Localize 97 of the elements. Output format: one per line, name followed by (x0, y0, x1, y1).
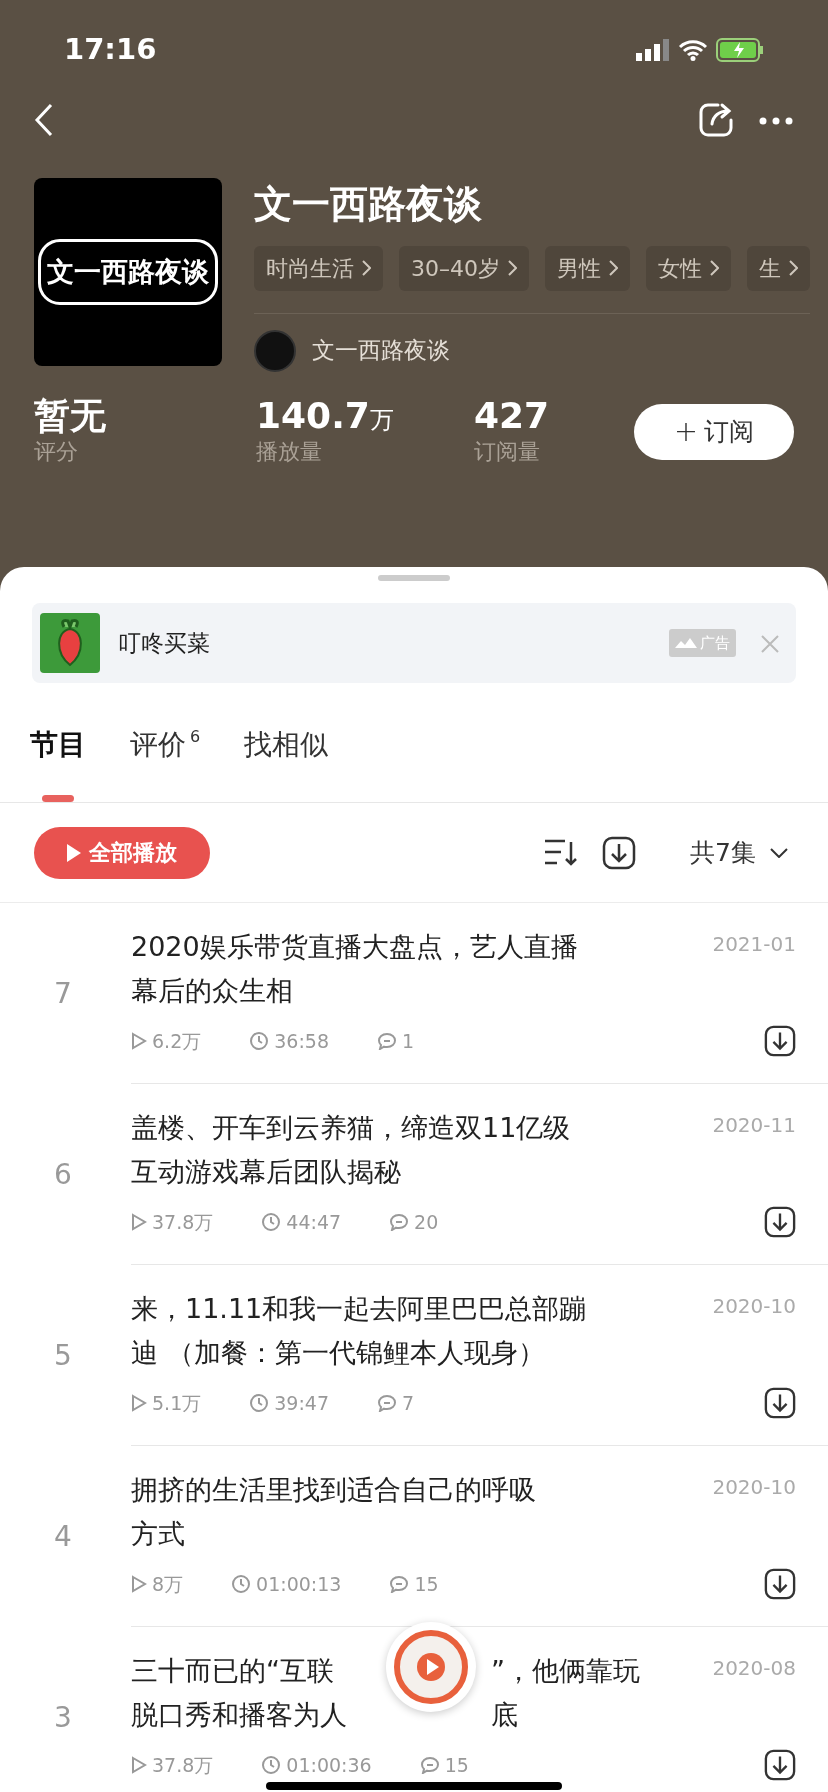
episode-title[interactable]: 方式 (131, 1512, 185, 1556)
stat-value: 140.7万 (256, 395, 395, 436)
download-button[interactable] (764, 1387, 796, 1419)
wifi-icon (678, 39, 708, 61)
episode-title[interactable]: 2020娱乐带货直播大盘点，艺人直播 (131, 925, 578, 969)
play-count-icon (131, 1756, 147, 1774)
episode-title[interactable]: 幕后的众生相 (131, 969, 293, 1013)
episode-date: 2021-01 (712, 932, 796, 956)
episode-title[interactable]: 脱口秀和播客为人 (131, 1699, 347, 1730)
cover-logo-text: 文一西路夜谈 (38, 238, 218, 306)
chevron-right-icon (508, 260, 517, 277)
stat-value: 427 (474, 395, 551, 436)
episode-number: 5 (54, 1337, 72, 1374)
episode-title[interactable]: 拥挤的生活里找到适合自己的呼吸 (131, 1468, 536, 1512)
clock-icon (261, 1212, 282, 1232)
episode-date: 2020-10 (712, 1475, 796, 1499)
episode-title[interactable]: 三十而已的“互联 (131, 1655, 334, 1686)
play-count-icon (131, 1213, 147, 1231)
episode-number: 7 (54, 975, 72, 1012)
play-count-icon (131, 1575, 147, 1593)
download-button[interactable] (764, 1025, 796, 1057)
battery-icon (716, 38, 764, 62)
sheet-handle[interactable] (378, 575, 450, 581)
tag-chip[interactable]: 男性 (545, 245, 630, 291)
episode-number: 4 (54, 1518, 72, 1555)
subscribe-button[interactable]: + 订阅 (634, 403, 794, 460)
comment-icon (389, 1213, 410, 1231)
tag-chip[interactable]: 生 (747, 245, 810, 291)
play-count: 37.8万 (152, 1752, 214, 1778)
stat-label: 播放量 (256, 438, 323, 467)
episode-number: 3 (54, 1699, 72, 1736)
tab[interactable]: 找相似 (244, 727, 329, 802)
chevron-right-icon (362, 260, 371, 277)
download-button[interactable] (764, 1749, 796, 1781)
episode-title[interactable]: 互动游戏幕后团队揭秘 (131, 1150, 401, 1194)
download-button[interactable] (602, 835, 637, 870)
tab[interactable]: 评价$^{6}$ (130, 727, 201, 802)
play-icon (67, 843, 81, 862)
play-count: 6.2万 (152, 1028, 202, 1054)
episode-duration: 44:47 (286, 1209, 342, 1235)
play-count: 37.8万 (152, 1209, 214, 1235)
clock-icon (261, 1755, 282, 1775)
comment-count: 1 (402, 1028, 415, 1054)
chevron-right-icon (710, 260, 719, 277)
ad-title: 叮咚买菜 (118, 628, 211, 658)
back-button[interactable] (34, 103, 54, 137)
stat-value: 暂无 (34, 395, 107, 436)
comment-icon (389, 1575, 410, 1593)
play-count-icon (131, 1032, 147, 1050)
clock-icon (249, 1031, 270, 1051)
stat-label: 评分 (34, 438, 79, 467)
stat-label: 订阅量 (474, 438, 541, 467)
episode-number: 6 (54, 1156, 72, 1193)
chevron-right-icon (789, 260, 798, 277)
episode-duration: 36:58 (274, 1028, 329, 1054)
comment-icon (419, 1756, 440, 1774)
episode-title[interactable]: ”，他俩靠玩 (491, 1649, 640, 1693)
tag-chip[interactable]: 时尚生活 (254, 245, 383, 291)
author-name[interactable]: 文一西路夜谈 (312, 333, 450, 368)
share-button[interactable] (698, 102, 734, 138)
comment-count: 7 (402, 1390, 415, 1416)
episode-duration: 39:47 (274, 1390, 329, 1416)
episode-duration: 01:00:36 (286, 1752, 372, 1778)
play-all-button[interactable]: 全部播放 (34, 826, 210, 879)
download-button[interactable] (764, 1568, 796, 1600)
radish-app-icon (40, 613, 100, 673)
podcast-title: 文一西路夜谈 (254, 182, 483, 228)
episode-title[interactable]: 来，11.11和我一起去阿里巴巴总部蹦 (131, 1287, 587, 1331)
episode-title[interactable]: 底 (491, 1693, 518, 1737)
tab[interactable]: 节目 (30, 727, 86, 802)
comment-count: 15 (414, 1571, 439, 1597)
play-count: 8万 (152, 1571, 184, 1597)
episode-date: 2020-08 (712, 1656, 796, 1680)
episode-title[interactable]: 盖楼、开车到云养猫，缔造双11亿级 (131, 1106, 571, 1150)
play-count: 5.1万 (152, 1390, 202, 1416)
comment-icon (377, 1032, 397, 1050)
chevron-down-icon (770, 847, 788, 858)
status-time: 17:16 (64, 31, 157, 69)
sort-button[interactable] (544, 837, 579, 868)
comment-count: 20 (414, 1209, 439, 1235)
play-count-icon (131, 1394, 147, 1412)
comment-count: 15 (444, 1752, 469, 1778)
more-icon (758, 115, 794, 126)
comment-icon (377, 1394, 397, 1412)
episode-title[interactable]: 迪 （加餐：第一代锦鲤本人现身） (131, 1331, 545, 1375)
signal-icon (636, 39, 670, 61)
episode-count-dropdown[interactable]: 共7集 (684, 832, 794, 873)
download-button[interactable] (764, 1206, 796, 1238)
clock-icon (249, 1393, 270, 1413)
tag-chip[interactable]: 30–40岁 (399, 245, 529, 291)
episode-date: 2020-10 (712, 1294, 796, 1318)
clock-icon (231, 1574, 252, 1594)
author-avatar (254, 329, 296, 372)
episode-date: 2020-11 (712, 1113, 796, 1137)
chevron-right-icon (609, 260, 618, 277)
tag-chip[interactable]: 女性 (646, 245, 731, 291)
episode-duration: 01:00:13 (256, 1571, 342, 1597)
